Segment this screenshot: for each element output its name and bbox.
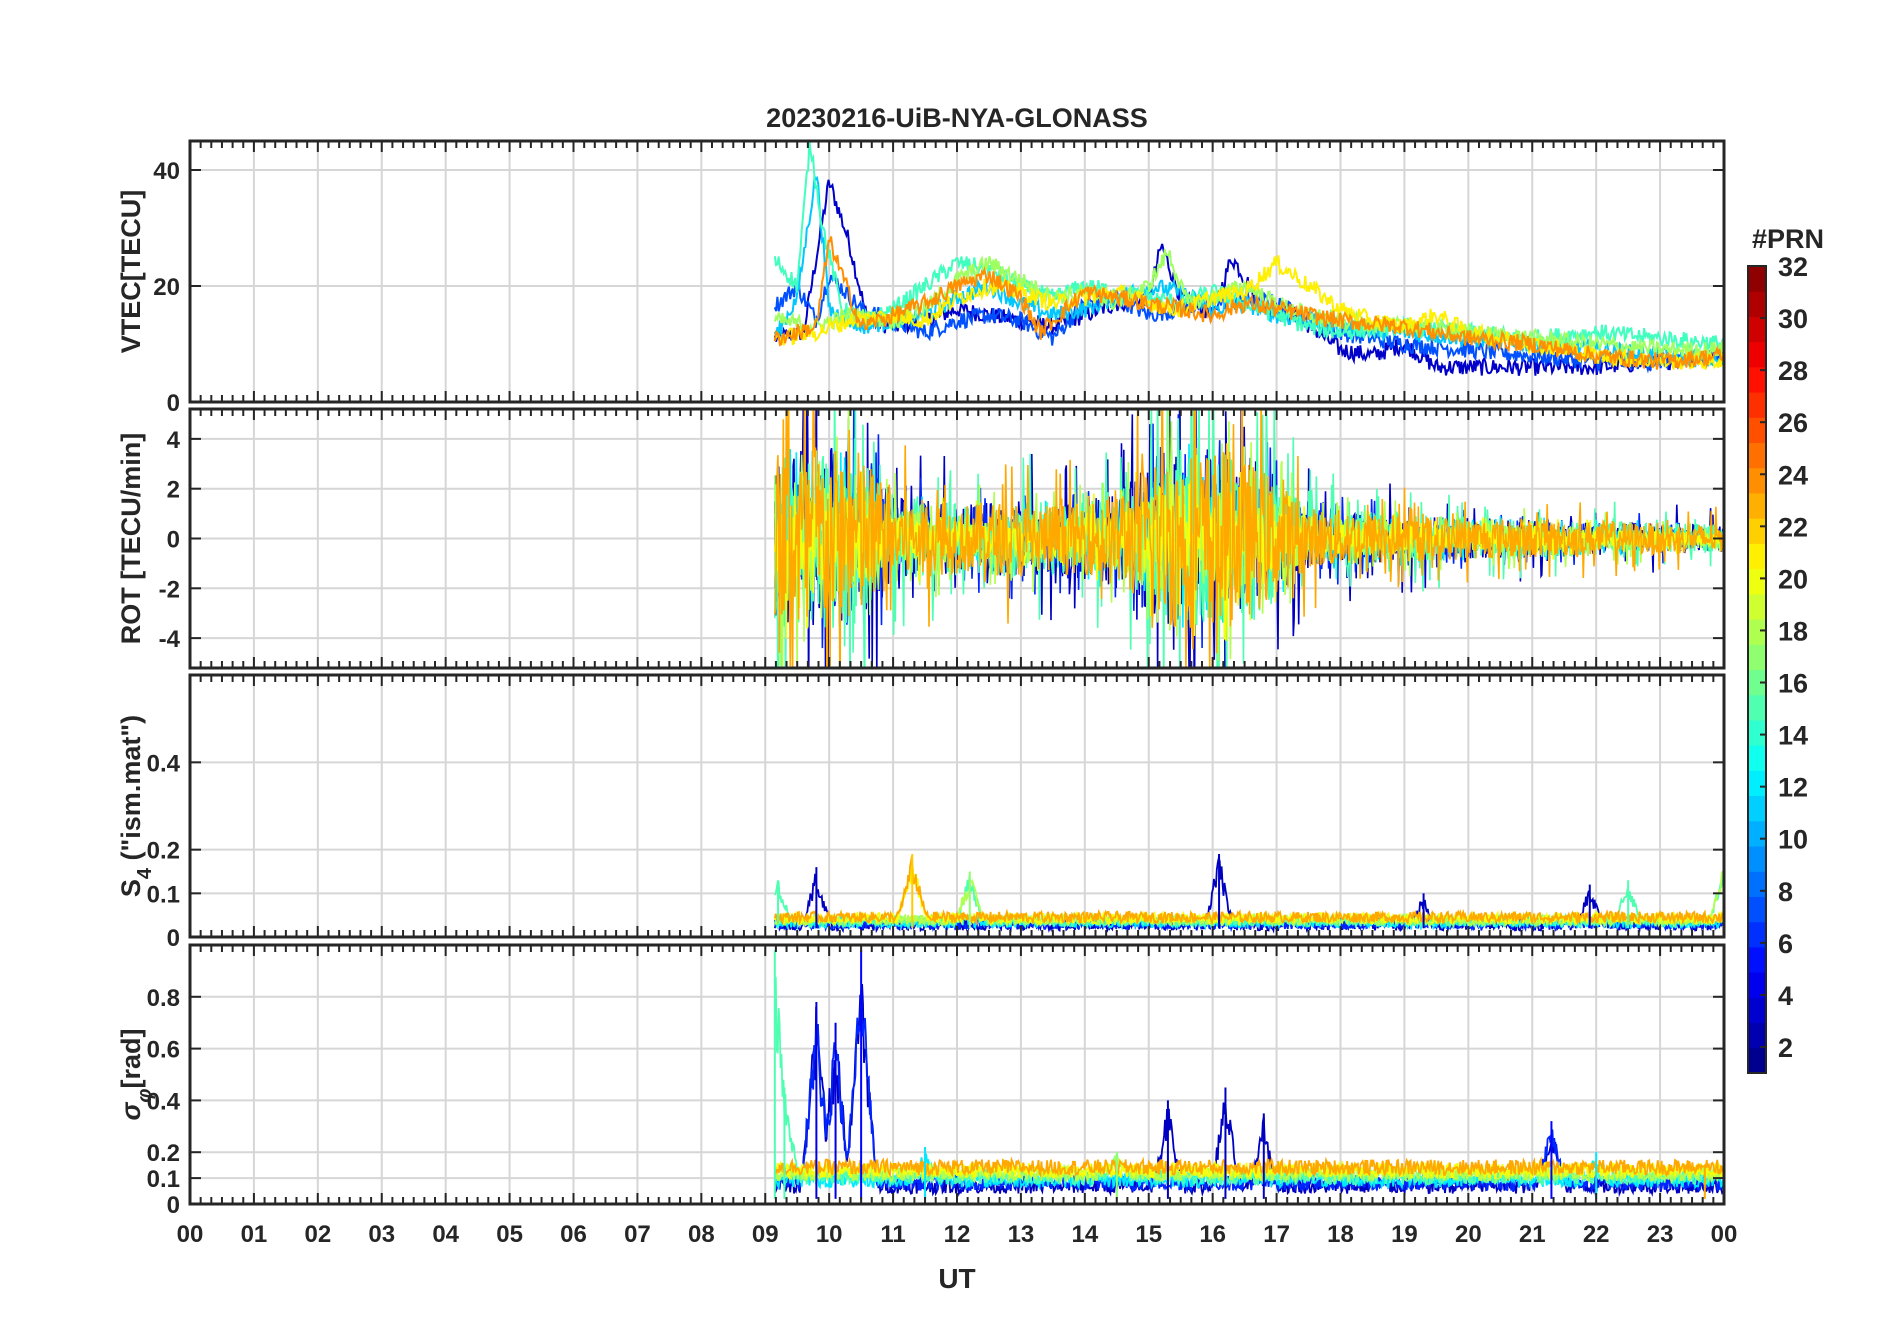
x-tick-label: 20 [1455,1221,1482,1248]
y-axis-label: ROT [TECU/min] [116,433,146,644]
chart-svg: 20230216-UiB-NYA-GLONASS 02040VTEC[TECU]… [0,0,1902,1330]
colorbar-segment [1748,896,1766,923]
colorbar-tick-label: 8 [1778,877,1793,907]
y-tick-label: -2 [159,576,180,603]
colorbar-tick-label: 4 [1778,981,1793,1011]
y-tick-label: 0.4 [147,750,181,777]
y-tick-label: 0.1 [147,1166,180,1193]
colorbar-tick-label: 14 [1778,721,1808,751]
colorbar-segment [1748,417,1766,444]
colorbar-tick-label: 32 [1778,252,1808,282]
y-tick-label: 40 [153,158,180,185]
colorbar-segment [1748,442,1766,469]
x-tick-label: 11 [880,1221,905,1248]
y-tick-label: 0 [167,1192,180,1219]
colorbar-tick-label: 24 [1778,460,1808,490]
colorbar-segment [1748,518,1766,544]
y-tick-label: 0.2 [147,1140,180,1167]
colorbar-segment [1748,871,1766,897]
colorbar-segment [1748,770,1766,797]
colorbar-segment [1748,846,1766,872]
y-tick-label: 0.8 [147,985,180,1012]
x-tick-label: 01 [241,1221,268,1248]
colorbar-tick-label: 30 [1778,304,1808,334]
y-tick-label: 0 [167,390,180,417]
x-tick-label: 09 [752,1221,779,1248]
x-tick-label: 14 [1071,1221,1098,1248]
y-axis-label-rest: ("ism.mat") [116,715,146,868]
colorbar-tick-label: 20 [1778,564,1808,594]
colorbar-tick-label: 6 [1778,929,1793,959]
x-tick-label: 17 [1263,1221,1290,1248]
colorbar-segment [1748,644,1766,670]
y-tick-label: 0.6 [147,1037,180,1064]
y-tick-label: 0.2 [147,838,180,865]
y-tick-label: 2 [167,477,180,504]
x-tick-label: 10 [816,1221,843,1248]
y-tick-label: 0 [167,527,180,554]
colorbar-tick-label: 2 [1778,1033,1793,1063]
x-tick-label: 15 [1135,1221,1162,1248]
x-tick-label: 07 [624,1221,651,1248]
y-axis-label: VTEC[TECU] [116,190,146,354]
x-tick-label: 16 [1199,1221,1226,1248]
y-tick-label: 0 [167,925,180,952]
colorbar-tick-label: 12 [1778,773,1808,803]
x-tick-label: 02 [304,1221,331,1248]
colorbar-segment [1748,1047,1766,1074]
x-tick-label: 19 [1391,1221,1418,1248]
colorbar-segment [1748,820,1766,847]
colorbar-tick-label: 22 [1778,512,1808,542]
x-tick-label: 05 [496,1221,523,1248]
colorbar-segment [1748,492,1766,519]
colorbar-tick-label: 18 [1778,616,1808,646]
x-tick-label: 06 [560,1221,587,1248]
colorbar-segment [1748,467,1766,494]
figure: 20230216-UiB-NYA-GLONASS 0 20 40 VTEC[TECU]… [0,0,1902,1330]
y-axis-label-rest: [rad] [116,1029,146,1089]
x-tick-label: 13 [1008,1221,1035,1248]
x-tick-label: 23 [1647,1221,1674,1248]
colorbar-segment [1748,316,1766,343]
colorbar-segment [1748,341,1766,368]
colorbar-tick-label: 26 [1778,408,1808,438]
colorbar-segment [1748,593,1766,620]
y-tick-label: -4 [159,626,181,653]
x-tick-label: 00 [1711,1221,1738,1248]
colorbar-segment [1748,694,1766,721]
x-tick-label: 18 [1327,1221,1354,1248]
x-axis-label: UT [938,1263,975,1294]
colorbar-segment [1748,543,1766,570]
y-axis-label-sub: φ [134,1089,156,1103]
colorbar-label: #PRN [1752,224,1824,254]
x-tick-label: 03 [368,1221,395,1248]
colorbar-segment [1748,568,1766,595]
colorbar-segment [1748,1022,1766,1049]
figure-title: 20230216-UiB-NYA-GLONASS [766,103,1148,133]
x-tick-label: 08 [688,1221,715,1248]
x-tick-label: 04 [432,1221,459,1248]
x-tick-label: 12 [944,1221,971,1248]
x-tick-label: 22 [1583,1221,1610,1248]
y-tick-label: 0.1 [147,881,180,908]
colorbar-segment [1748,795,1766,822]
y-tick-label: 20 [153,274,180,301]
x-tick-label: 00 [177,1221,204,1248]
colorbar-tick-label: 16 [1778,669,1808,699]
colorbar-segment [1748,291,1766,317]
colorbar-segment [1748,619,1766,645]
colorbar-segment [1748,266,1766,292]
colorbar-tick-label: 10 [1778,825,1808,855]
colorbar-segment [1748,745,1766,771]
y-tick-label: 4 [167,427,181,454]
colorbar-segment [1748,719,1766,746]
colorbar-tick-label: 28 [1778,356,1808,386]
colorbar-segment [1748,946,1766,973]
colorbar-segment [1748,392,1766,418]
x-tick-label: 21 [1519,1221,1546,1248]
colorbar-segment [1748,997,1766,1024]
